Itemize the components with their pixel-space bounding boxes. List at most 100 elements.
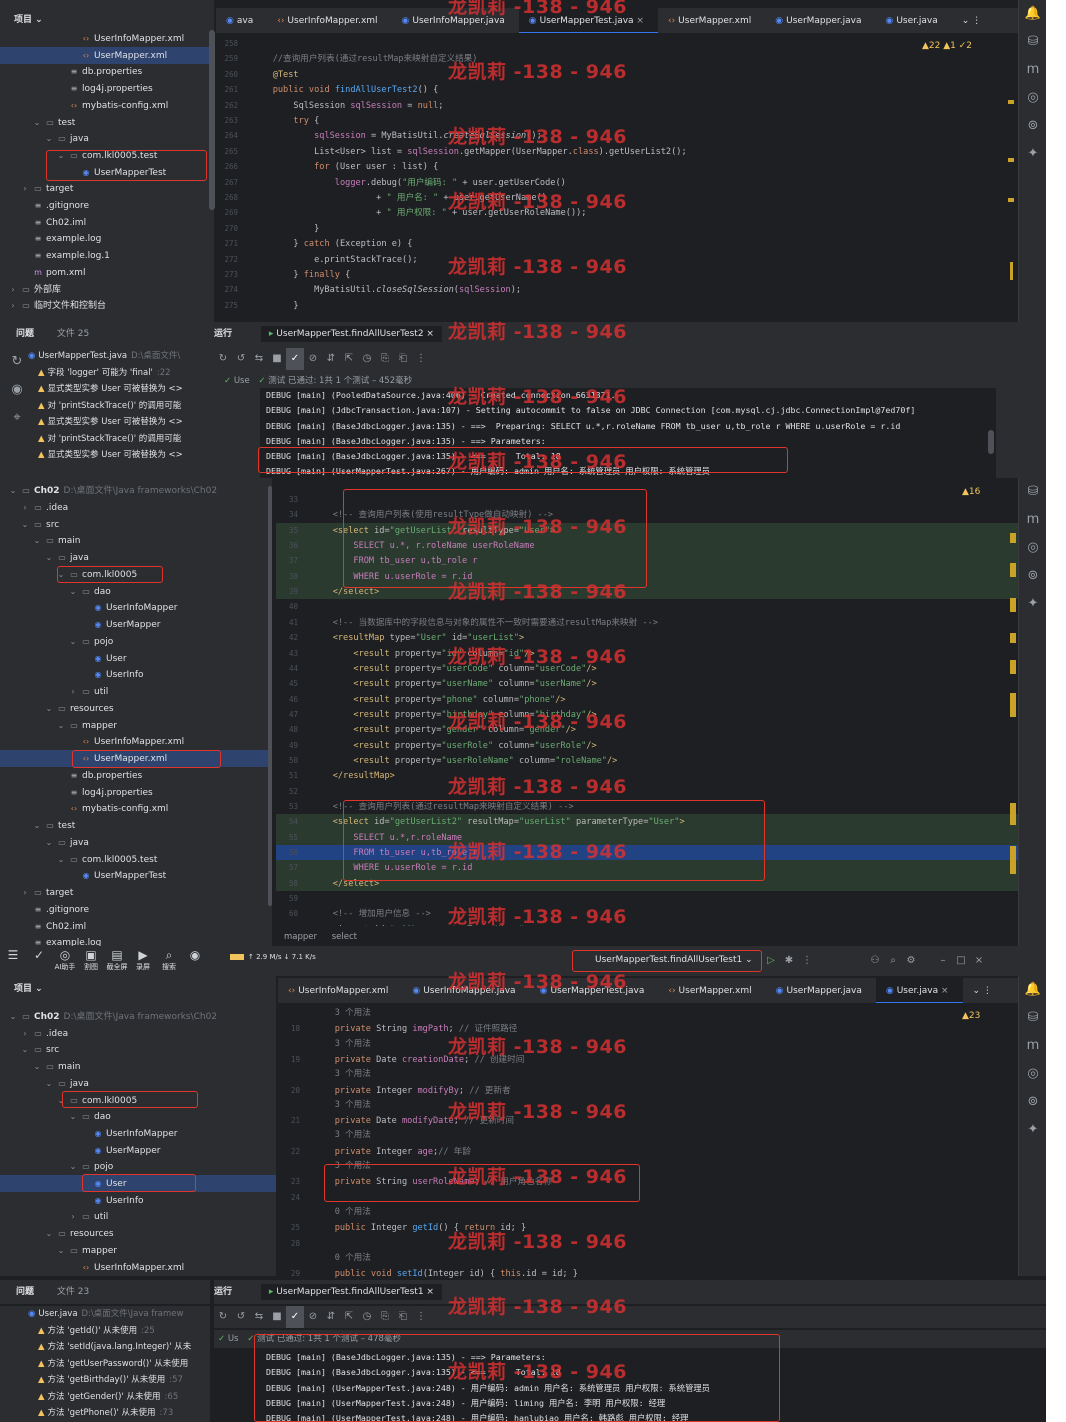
code-editor[interactable]: 258 259 //查询用户列表(通过resultMap来映射自定义结果) 260 …: [216, 34, 1016, 322]
chevron-down-icon[interactable]: ⌄: [32, 817, 42, 834]
tree-item[interactable]: ⌄ ▭ java: [0, 130, 214, 147]
stop-icon[interactable]: ■: [268, 348, 286, 370]
tree-item[interactable]: ≡ Ch02.iml: [0, 918, 272, 935]
code-line[interactable]: 270 }: [216, 221, 1016, 236]
problem-item[interactable]: ▲ 对 'printStackTrace()' 的调用可能: [0, 398, 210, 415]
code-line[interactable]: 43 <result property="id" column="id"/>: [276, 646, 1018, 661]
tree-item[interactable]: › ▭ target: [0, 884, 272, 901]
chevron-down-icon[interactable]: ⌄: [56, 1092, 66, 1109]
run-title[interactable]: 运行: [214, 1287, 232, 1297]
code-line[interactable]: 0 个用法: [278, 1251, 1018, 1266]
tree-item[interactable]: ◉ UserInfoMapper: [0, 599, 272, 616]
user-icon[interactable]: ⚇: [866, 950, 884, 972]
code-line[interactable]: 28: [278, 1236, 1018, 1251]
code-line[interactable]: 53 <!-- 查询用户列表(通过resultMap来映射自定义结果) -->: [276, 799, 1018, 814]
code-line[interactable]: 55 SELECT u.*,r.roleName: [276, 829, 1018, 846]
problem-item[interactable]: ◉ User.java D:\桌面文件\Java framew: [0, 1306, 210, 1323]
code-line[interactable]: 54 <select id="getUserList2" resultMap="…: [276, 814, 1018, 830]
editor-tab[interactable]: ◉ User.java: [875, 8, 951, 33]
chevron-down-icon[interactable]: ⌄: [32, 1058, 42, 1075]
chevron-down-icon[interactable]: ⌄: [20, 516, 30, 533]
maven-icon[interactable]: m: [1019, 506, 1046, 534]
code-line[interactable]: 40: [276, 599, 1018, 614]
chevron-down-icon[interactable]: ⌄: [56, 851, 66, 868]
code-line[interactable]: 47 <result property="birthday" column="b…: [276, 707, 1018, 722]
code-line[interactable]: 261 public void findAllUserTest2() {: [216, 82, 1016, 97]
code-line[interactable]: 49 <result property="userRole" column="u…: [276, 738, 1018, 753]
code-editor[interactable]: 3 个用法 18 private String imgPath; // 证件照路径…: [278, 1004, 1018, 1278]
code-line[interactable]: 3 个用法: [278, 1128, 1018, 1143]
chevron-down-icon[interactable]: ⌄: [32, 114, 42, 131]
maximize-icon[interactable]: □: [952, 950, 970, 972]
chevron-down-icon[interactable]: ⌄: [44, 1075, 54, 1092]
code-line[interactable]: 23 private String userRoleName; // 用户角色名…: [278, 1174, 1018, 1189]
tree-item[interactable]: ⌄ ▭ main: [0, 532, 272, 549]
code-line[interactable]: 3 个用法: [278, 1006, 1018, 1021]
tree-item[interactable]: ◉ UserMapperTest: [0, 867, 272, 884]
tree-item[interactable]: ⌄ ▭ mapper: [0, 1242, 276, 1259]
main-menu-button[interactable]: ⌕ 搜索: [156, 946, 182, 973]
tree-item[interactable]: ≡ .gitignore: [0, 197, 214, 214]
chevron-down-icon[interactable]: ⌄: [56, 566, 66, 583]
code-line[interactable]: 19 private Date creationDate; // 创建时间: [278, 1052, 1018, 1067]
editor-tab[interactable]: ◉ UserMapper.java: [765, 8, 875, 33]
code-line[interactable]: 29 public void setId(Integer id) { this.…: [278, 1266, 1018, 1278]
rerun-failed-icon[interactable]: ↺: [232, 1306, 250, 1328]
tree-item[interactable]: › ▭ .idea: [0, 499, 272, 516]
code-line[interactable]: 33: [276, 492, 1018, 507]
problem-item[interactable]: ▲ 方法 'setId(java.lang.Integer)' 从未: [0, 1339, 210, 1356]
tree-item[interactable]: ⌄ ▭ dao: [0, 583, 272, 600]
test-node[interactable]: Us: [228, 1334, 239, 1344]
console-log[interactable]: DEBUG [main] (BaseJdbcLogger.java:135) -…: [260, 1350, 996, 1422]
breadcrumb-select[interactable]: select: [332, 932, 357, 942]
main-menu-button[interactable]: ☰: [0, 946, 26, 961]
editor-tab[interactable]: ◉ User.java ×: [875, 978, 963, 1003]
tree-item[interactable]: ≡ db.properties: [0, 63, 214, 80]
code-line[interactable]: 265 List<User> list = sqlSession.getMapp…: [216, 144, 1016, 159]
code-line[interactable]: 273 } finally {: [216, 267, 1016, 282]
code-line[interactable]: 52: [276, 784, 1018, 799]
tree-item[interactable]: ◉ UserMapper: [0, 1142, 276, 1159]
problem-item[interactable]: ▲ 对 'printStackTrace()' 的调用可能: [0, 431, 210, 448]
chevron-right-icon[interactable]: ›: [68, 683, 78, 700]
tree-item[interactable]: ≡ .gitignore: [0, 901, 272, 918]
plugin-icon[interactable]: ◎: [1019, 534, 1046, 562]
tree-item[interactable]: ‹› UserMapper.xml: [0, 46, 214, 64]
code-line[interactable]: 264 sqlSession = MyBatisUtil.createSqlSe…: [216, 128, 1016, 143]
tree-item[interactable]: ⌄ ▭ com.lkl0005.test: [0, 147, 214, 164]
tabs-overflow-icon[interactable]: ⌄ ⋮: [963, 978, 1006, 1003]
chevron-right-icon[interactable]: ›: [8, 281, 18, 298]
close-tab-icon[interactable]: ×: [634, 16, 644, 26]
tree-item[interactable]: ◉ UserInfo: [0, 666, 272, 683]
warnings-indicator[interactable]: ▲22 ▲1 ✓2: [922, 34, 972, 58]
export-icon[interactable]: ⎘: [376, 1306, 394, 1328]
notifications-icon[interactable]: 🔔: [1019, 976, 1046, 1004]
code-line[interactable]: 58 </select>: [276, 875, 1018, 892]
chevron-down-icon[interactable]: ⌄: [20, 1041, 30, 1058]
tree-item[interactable]: ⌄ ▭ test: [0, 817, 272, 834]
code-line[interactable]: 258: [216, 36, 1016, 51]
editor-tab[interactable]: ◉ UserMapperTest.java ×: [518, 8, 658, 33]
problem-item[interactable]: ▲ 显式类型实参 User 可被替换为 <>: [0, 381, 210, 398]
rerun-icon[interactable]: ↻: [214, 348, 232, 370]
tree-item[interactable]: › ▭ 外部库: [0, 281, 214, 298]
tree-item[interactable]: › ▭ util: [0, 683, 272, 700]
git-icon[interactable]: ⊚: [1019, 562, 1046, 590]
maven-icon[interactable]: m: [1019, 56, 1046, 84]
ai-assistant-icon[interactable]: ✦: [1019, 1116, 1046, 1144]
search-icon[interactable]: ⌕: [884, 950, 902, 972]
code-line[interactable]: 51 </resultMap>: [276, 768, 1018, 783]
code-line[interactable]: 48 <result property="gender" column="gen…: [276, 722, 1018, 737]
chevron-down-icon[interactable]: ⌄: [68, 633, 78, 650]
editor-tab[interactable]: ‹› UserInfoMapper.xml: [267, 8, 391, 33]
tree-item[interactable]: ⌄ ▭ pojo: [0, 633, 272, 650]
eye-icon[interactable]: ◉: [6, 376, 28, 404]
tree-item[interactable]: ≡ example.log.1: [0, 247, 214, 264]
history-icon[interactable]: ◷: [358, 1306, 376, 1328]
chevron-right-icon[interactable]: ›: [20, 499, 30, 516]
problems-file-tab[interactable]: 文件 25: [57, 329, 89, 339]
tree-item[interactable]: ◉ UserMapperTest: [0, 164, 214, 181]
tree-item[interactable]: ⌄ ▭ Ch02 D:\桌面文件\Java frameworks\Ch02: [0, 482, 272, 499]
chevron-right-icon[interactable]: ›: [68, 1208, 78, 1225]
tree-item[interactable]: ◉ UserInfoMapper: [0, 1125, 276, 1142]
